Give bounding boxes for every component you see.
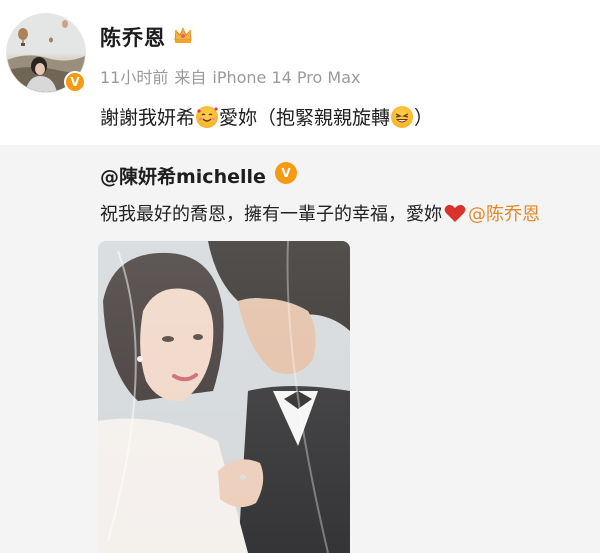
weibo-post: V 陈乔恩 11小时前 来自 iPhone 14 Pro Max 謝謝我妍希 愛妳（抱… xyxy=(0,0,600,145)
repost-mention-link[interactable]: @陈乔恩 xyxy=(468,204,540,225)
wedding-photo-image xyxy=(98,241,350,553)
red-heart-icon xyxy=(444,204,466,222)
post-source-prefix: 来自 xyxy=(174,68,207,87)
post-username[interactable]: 陈乔恩 xyxy=(100,22,166,52)
post-text-part2: 愛妳（抱緊親親旋轉 xyxy=(219,107,391,129)
smiling-face-with-hearts-emoji xyxy=(196,106,219,128)
repost-author[interactable]: @陳妍希michelle xyxy=(100,162,266,189)
post-text-part3: ） xyxy=(414,107,434,129)
post-text: 謝謝我妍希 愛妳（抱緊親親旋轉 ） xyxy=(100,103,433,130)
repost-verified-icon: V xyxy=(275,162,297,184)
avatar-container[interactable]: V xyxy=(6,13,86,93)
post-source-device[interactable]: iPhone 14 Pro Max xyxy=(212,68,360,87)
repost-text-body: 祝我最好的喬恩，擁有一輩子的幸福，愛妳 xyxy=(100,204,442,225)
crown-icon xyxy=(174,27,192,43)
verified-icon: V xyxy=(64,71,86,93)
laughing-emoji xyxy=(391,106,414,128)
post-time: 11小时前 xyxy=(100,68,169,87)
repost-photo[interactable] xyxy=(98,241,350,553)
post-text-part1: 謝謝我妍希 xyxy=(100,107,196,129)
repost-text: 祝我最好的喬恩，擁有一輩子的幸福，愛妳 @陈乔恩 xyxy=(100,200,540,226)
post-meta: 11小时前 来自 iPhone 14 Pro Max xyxy=(100,64,366,88)
